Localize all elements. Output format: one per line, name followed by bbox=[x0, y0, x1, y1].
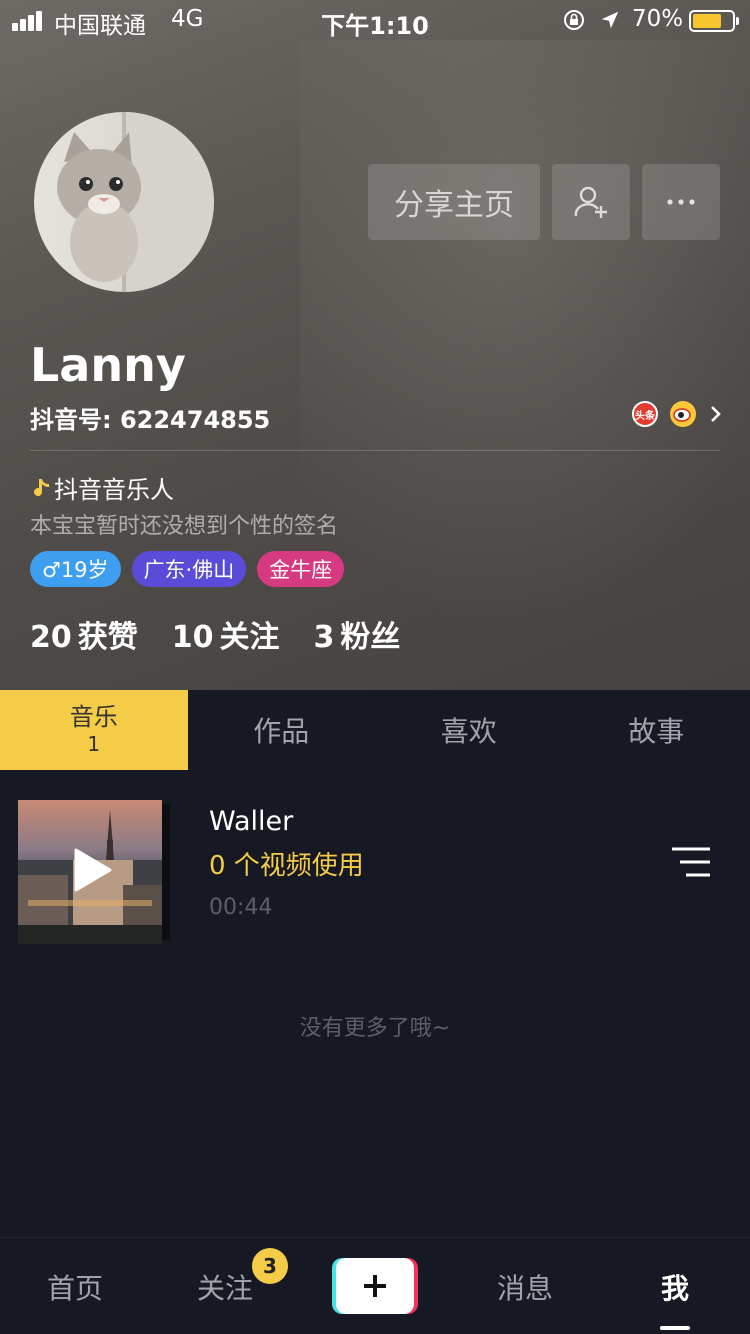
battery-percent: 70% bbox=[632, 6, 684, 32]
following-label: 关注 bbox=[219, 620, 280, 655]
weibo-icon[interactable] bbox=[670, 401, 696, 427]
location-tag: 广东·佛山 bbox=[131, 551, 247, 587]
fans-label: 粉丝 bbox=[340, 620, 401, 655]
fans-stat[interactable]: 3 粉丝 bbox=[314, 612, 401, 656]
following-count: 10 bbox=[171, 620, 214, 655]
status-bar: 中国联通 4G 下午1:10 70% bbox=[0, 0, 750, 40]
share-profile-button[interactable]: 分享主页 bbox=[368, 164, 540, 240]
active-tab-indicator bbox=[660, 1326, 690, 1330]
likes-label: 获赞 bbox=[77, 620, 138, 655]
tab-music[interactable]: 音乐 1 bbox=[0, 690, 188, 770]
song-name: Waller bbox=[209, 806, 294, 837]
no-more-text: 没有更多了哦~ bbox=[299, 1016, 451, 1041]
bottom-nav: 首页 关注 3 消息 我 bbox=[0, 1237, 750, 1334]
nav-me[interactable]: 我 bbox=[600, 1238, 750, 1334]
nav-messages[interactable]: 消息 bbox=[450, 1238, 600, 1334]
battery-icon bbox=[689, 10, 739, 32]
cover-shadow bbox=[162, 804, 170, 940]
linked-accounts[interactable]: 头条 bbox=[632, 400, 722, 428]
avatar[interactable] bbox=[34, 112, 214, 292]
create-button[interactable] bbox=[332, 1258, 418, 1314]
rotation-lock-icon bbox=[564, 10, 584, 30]
list-item[interactable] bbox=[0, 770, 750, 972]
follow-badge: 3 bbox=[252, 1248, 288, 1284]
location-arrow-icon bbox=[601, 11, 619, 29]
following-stat[interactable]: 10 关注 bbox=[172, 612, 280, 656]
menu-icon[interactable] bbox=[672, 846, 712, 878]
plus-icon bbox=[364, 1275, 386, 1297]
add-friend-button[interactable] bbox=[552, 164, 630, 240]
music-cover[interactable] bbox=[18, 800, 162, 944]
weibo-eye-icon bbox=[673, 408, 691, 422]
fans-count: 3 bbox=[313, 620, 335, 655]
profile-header: 中国联通 4G 下午1:10 70% 分享主页 Lanny 抖音号: 62247… bbox=[0, 0, 750, 690]
zodiac-tag: 金牛座 bbox=[257, 551, 345, 587]
profile-name: Lanny bbox=[30, 338, 186, 392]
tab-works[interactable]: 作品 bbox=[188, 690, 376, 770]
profile-tags: ♂19岁 广东·佛山 金牛座 bbox=[30, 551, 355, 587]
tab-stories[interactable]: 故事 bbox=[563, 690, 750, 770]
tab-likes[interactable]: 喜欢 bbox=[375, 690, 563, 770]
music-note-icon bbox=[34, 478, 49, 496]
douyin-id: 抖音号: 622474855 bbox=[30, 406, 271, 434]
play-icon[interactable] bbox=[72, 848, 112, 892]
toutiao-icon[interactable]: 头条 bbox=[632, 401, 658, 427]
tab-music-label: 音乐 bbox=[69, 703, 118, 731]
more-button[interactable] bbox=[642, 164, 720, 240]
likes-stat[interactable]: 20 获赞 bbox=[30, 612, 138, 656]
likes-count: 20 bbox=[30, 620, 72, 655]
chevron-right-icon[interactable] bbox=[710, 405, 722, 423]
musician-title-text: 抖音音乐人 bbox=[54, 476, 174, 504]
add-friend-icon bbox=[574, 186, 607, 218]
nav-home[interactable]: 首页 bbox=[0, 1238, 150, 1334]
musician-title: 抖音音乐人 bbox=[30, 470, 174, 505]
more-dots-icon bbox=[667, 199, 695, 205]
divider bbox=[30, 450, 720, 451]
profile-stats: 20 获赞 10 关注 3 粉丝 bbox=[30, 612, 434, 656]
profile-tabs: 音乐 1 作品 喜欢 故事 bbox=[0, 690, 750, 770]
song-usage: 0 个视频使用 bbox=[209, 851, 364, 881]
signature: 本宝宝暂时还没想到个性的签名 bbox=[30, 514, 339, 539]
age-tag: ♂19岁 bbox=[30, 551, 121, 587]
tab-music-count: 1 bbox=[87, 732, 101, 756]
song-duration: 00:44 bbox=[209, 895, 273, 920]
cat-avatar-image bbox=[57, 112, 214, 292]
